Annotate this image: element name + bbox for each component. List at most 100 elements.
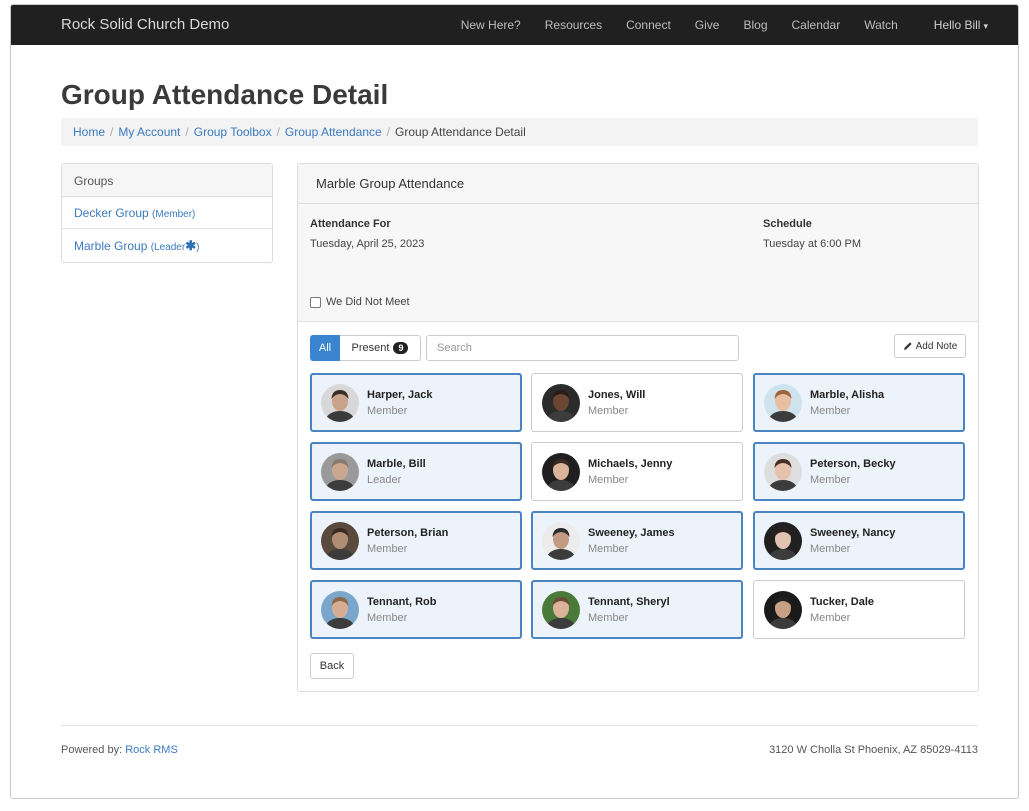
attendee-card[interactable]: Sweeney, Nancy Member	[753, 511, 965, 570]
attendee-role: Leader	[367, 474, 402, 486]
attendee-role: Member	[810, 543, 851, 555]
attendee-role: Member	[810, 612, 851, 624]
footer-powered-by: Powered by: Rock RMS	[61, 744, 178, 756]
attendee-name: Harper, Jack	[367, 389, 433, 401]
attendee-name: Marble, Bill	[367, 458, 426, 470]
filter-present-button[interactable]: Present 9	[340, 335, 421, 361]
avatar	[321, 591, 359, 629]
user-menu[interactable]: Hello Bill ▾	[934, 18, 988, 32]
footer-address: 3120 W Cholla St Phoenix, AZ 85029-4113	[769, 744, 978, 756]
did-not-meet-row[interactable]: We Did Not Meet	[310, 296, 410, 308]
group-item-marble[interactable]: Marble Group (Leader✱)	[62, 229, 272, 261]
attendee-card[interactable]: Peterson, Brian Member	[310, 511, 522, 570]
attendee-role: Member	[588, 612, 629, 624]
schedule-value: Tuesday at 6:00 PM	[763, 238, 862, 250]
group-role-close: )	[196, 242, 200, 253]
attendee-role: Member	[367, 612, 408, 624]
attendance-info: Attendance For Tuesday, April 25, 2023 S…	[298, 204, 978, 322]
breadcrumb-my-account[interactable]: My Account	[118, 125, 180, 139]
breadcrumb-group-toolbox[interactable]: Group Toolbox	[194, 125, 272, 139]
schedule-label: Schedule	[763, 218, 812, 230]
add-note-label: Add Note	[915, 340, 958, 352]
nav-item-calendar[interactable]: Calendar	[792, 18, 841, 32]
group-name: Marble Group	[74, 239, 148, 253]
attendee-card[interactable]: Jones, Will Member	[531, 373, 743, 432]
attendee-card[interactable]: Peterson, Becky Member	[753, 442, 965, 501]
group-item-decker[interactable]: Decker Group (Member)	[62, 197, 272, 229]
avatar	[321, 384, 359, 422]
attendee-card[interactable]: Tucker, Dale Member	[753, 580, 965, 639]
nav-item-blog[interactable]: Blog	[743, 18, 767, 32]
breadcrumb-home[interactable]: Home	[73, 125, 105, 139]
avatar	[542, 522, 580, 560]
footer-divider	[61, 725, 978, 726]
attendee-role: Member	[588, 543, 629, 555]
breadcrumb: Home / My Account / Group Toolbox / Grou…	[61, 118, 978, 146]
attendee-name: Peterson, Becky	[810, 458, 896, 470]
avatar	[764, 591, 802, 629]
breadcrumb-group-attendance[interactable]: Group Attendance	[285, 125, 382, 139]
group-link-marble[interactable]: Marble Group (Leader✱)	[74, 238, 200, 253]
rock-rms-link[interactable]: Rock RMS	[125, 744, 178, 756]
avatar	[764, 384, 802, 422]
attendee-name: Tennant, Rob	[367, 596, 437, 608]
attendee-card[interactable]: Harper, Jack Member	[310, 373, 522, 432]
add-note-button[interactable]: Add Note	[894, 334, 966, 358]
avatar	[764, 522, 802, 560]
group-link-decker[interactable]: Decker Group (Member)	[74, 206, 195, 220]
breadcrumb-separator: /	[185, 125, 189, 139]
group-name: Decker Group	[74, 206, 149, 220]
filter-present-label: Present	[351, 342, 390, 354]
page-title: Group Attendance Detail	[61, 79, 389, 110]
avatar	[542, 591, 580, 629]
attendee-card[interactable]: Michaels, Jenny Member	[531, 442, 743, 501]
attendance-for-label: Attendance For	[310, 218, 391, 230]
user-menu-label: Hello Bill	[933, 18, 981, 32]
browser-frame: Rock Solid Church Demo New Here? Resourc…	[10, 4, 1019, 799]
leader-star-icon: ✱	[185, 238, 197, 253]
nav-item-watch[interactable]: Watch	[864, 18, 898, 32]
avatar	[542, 384, 580, 422]
avatar	[321, 522, 359, 560]
attendee-name: Tennant, Sheryl	[588, 596, 670, 608]
attendance-panel: Marble Group Attendance Attendance For T…	[297, 163, 979, 692]
group-role: (Member)	[152, 209, 196, 220]
breadcrumb-separator: /	[276, 125, 280, 139]
attendee-role: Member	[810, 405, 851, 417]
attendee-card[interactable]: Tennant, Sheryl Member	[531, 580, 743, 639]
groups-heading: Groups	[62, 164, 272, 197]
attendee-card[interactable]: Marble, Alisha Member	[753, 373, 965, 432]
attendance-panel-title: Marble Group Attendance	[298, 164, 978, 204]
top-navbar: Rock Solid Church Demo New Here? Resourc…	[11, 5, 1018, 45]
chevron-down-icon: ▾	[983, 21, 988, 31]
back-button[interactable]: Back	[310, 653, 354, 679]
pencil-icon	[903, 342, 912, 350]
nav-item-connect[interactable]: Connect	[626, 18, 671, 32]
nav-item-new-here[interactable]: New Here?	[461, 18, 521, 32]
filter-all-button[interactable]: All	[310, 335, 340, 361]
breadcrumb-separator: /	[386, 125, 391, 139]
group-role: (Leader	[150, 242, 186, 253]
avatar	[542, 453, 580, 491]
avatar	[764, 453, 802, 491]
attendee-role: Member	[588, 405, 629, 417]
attendee-name: Sweeney, Nancy	[810, 527, 896, 539]
attendee-card[interactable]: Tennant, Rob Member	[310, 580, 522, 639]
nav-menu: New Here? Resources Connect Give Blog Ca…	[437, 5, 988, 45]
did-not-meet-checkbox[interactable]	[310, 296, 321, 308]
nav-item-give[interactable]: Give	[695, 18, 720, 32]
nav-item-resources[interactable]: Resources	[545, 18, 602, 32]
attendee-name: Jones, Will	[588, 389, 646, 401]
site-brand[interactable]: Rock Solid Church Demo	[61, 16, 229, 33]
attendee-name: Sweeney, James	[588, 527, 675, 539]
avatar	[321, 453, 359, 491]
attendee-card[interactable]: Marble, Bill Leader	[310, 442, 522, 501]
attendee-name: Michaels, Jenny	[588, 458, 673, 470]
breadcrumb-separator: /	[110, 125, 114, 139]
attendee-role: Member	[588, 474, 629, 486]
attendee-role: Member	[367, 405, 408, 417]
groups-panel: Groups Decker Group (Member) Marble Grou…	[61, 163, 273, 263]
did-not-meet-label: We Did Not Meet	[326, 296, 410, 308]
attendee-card[interactable]: Sweeney, James Member	[531, 511, 743, 570]
search-input[interactable]: Search	[426, 335, 739, 361]
